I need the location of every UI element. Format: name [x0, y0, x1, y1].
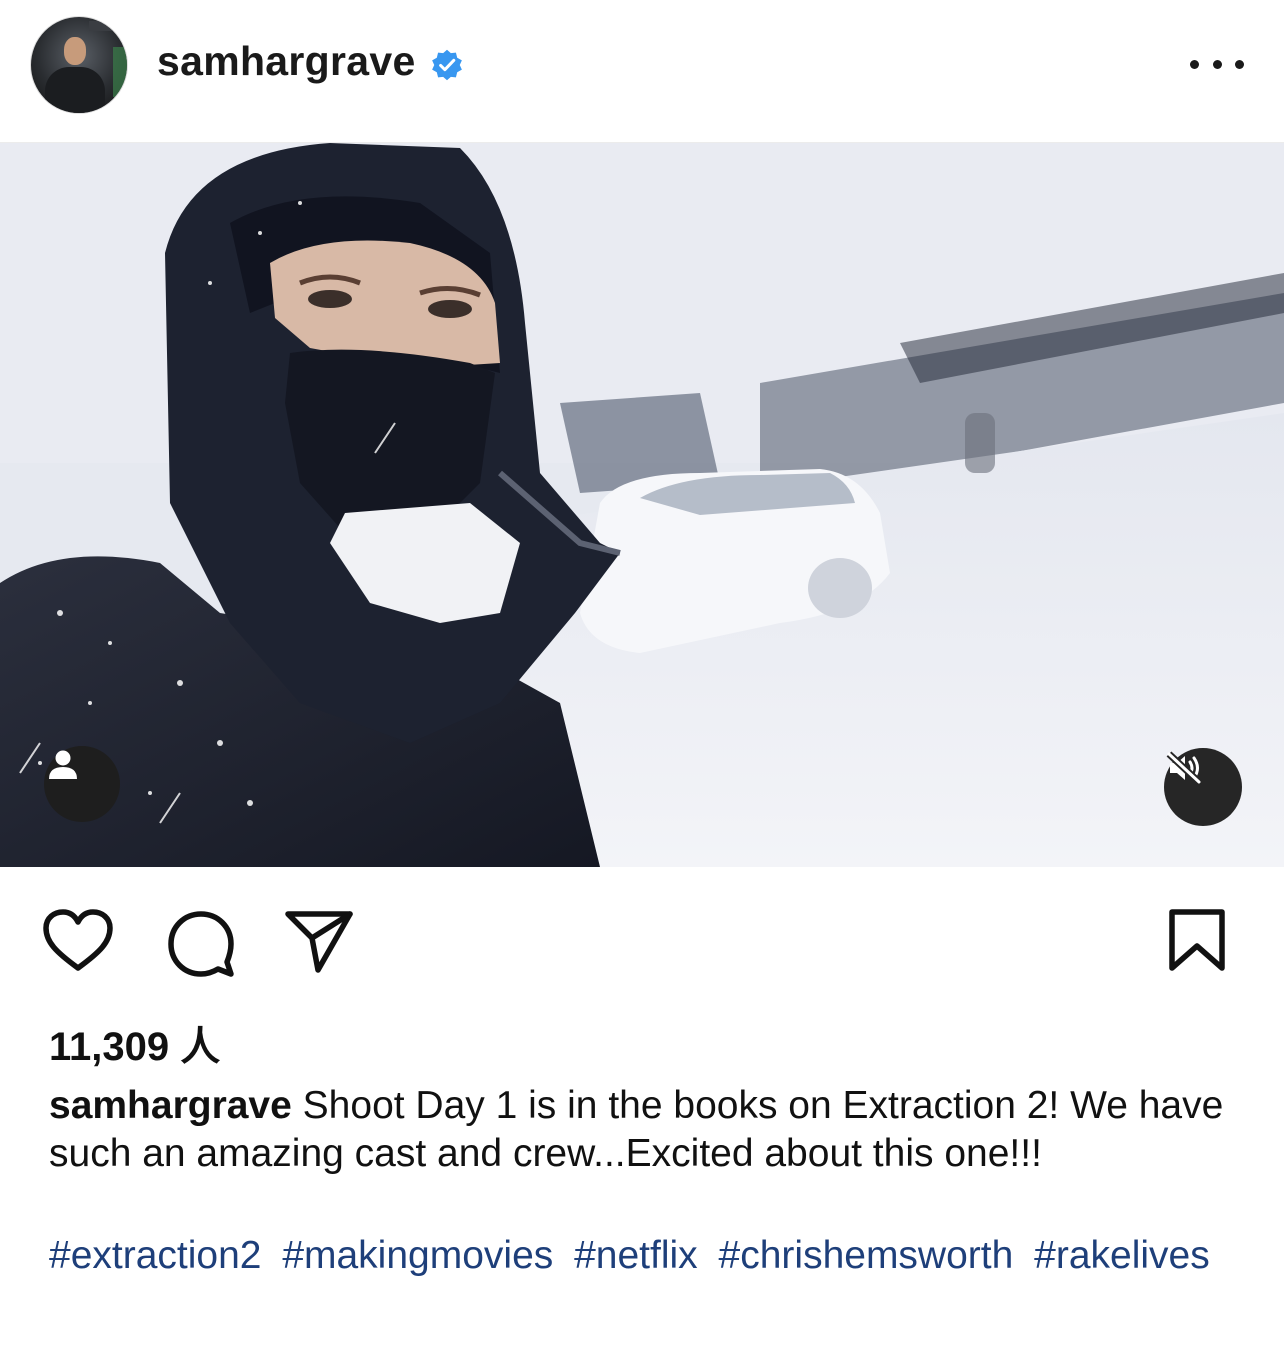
video-frame-illustration	[0, 143, 1284, 867]
bookmark-icon[interactable]	[1166, 908, 1228, 972]
verified-badge-icon	[432, 49, 462, 81]
post-actions	[0, 868, 1284, 998]
paper-plane-icon[interactable]	[284, 908, 354, 974]
muted-speaker-icon[interactable]	[1164, 748, 1242, 826]
post-video[interactable]	[0, 143, 1284, 867]
header-username[interactable]: samhargrave	[157, 38, 416, 85]
hashtag-link[interactable]: #netflix	[574, 1234, 698, 1277]
post-header: samhargrave	[0, 0, 1284, 143]
caption-username[interactable]: samhargrave	[49, 1084, 292, 1127]
hashtag-link[interactable]: #extraction2	[49, 1234, 261, 1277]
heart-icon[interactable]	[42, 908, 114, 974]
likes-count[interactable]: 11,309 人	[49, 1014, 220, 1072]
more-options-icon[interactable]	[1190, 44, 1244, 84]
hashtag-link[interactable]: #makingmovies	[282, 1234, 553, 1277]
hashtag-link[interactable]: #rakelives	[1034, 1234, 1210, 1277]
hashtag-link[interactable]: #chrishemsworth	[719, 1234, 1014, 1277]
profile-avatar[interactable]	[30, 16, 128, 114]
hashtag-list: #extraction2 #makingmovies #netflix #chr…	[49, 1232, 1249, 1280]
post-caption: samhargrave Shoot Day 1 is in the books …	[49, 1082, 1249, 1178]
comment-bubble-icon[interactable]	[165, 908, 237, 980]
user-tag-icon[interactable]	[44, 746, 120, 822]
